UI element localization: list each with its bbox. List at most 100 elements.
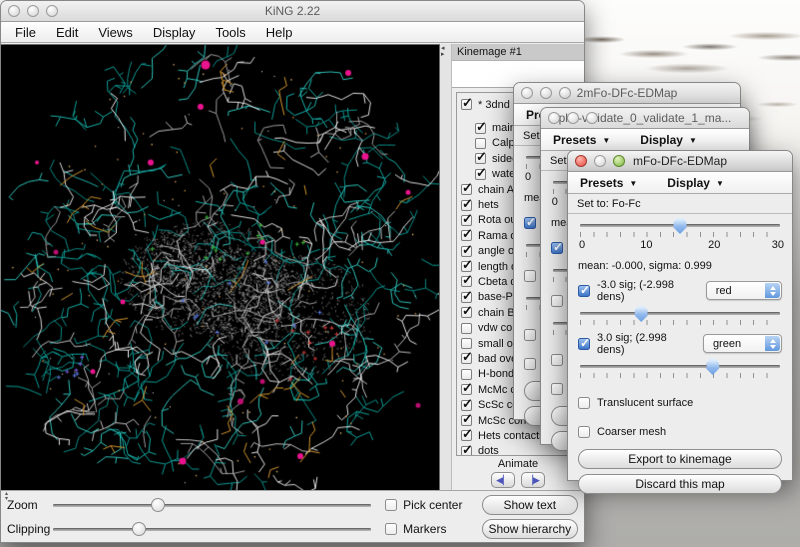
pick-center-checkbox[interactable] xyxy=(385,499,397,511)
level-slider[interactable]: 0 10 20 30 xyxy=(578,224,782,252)
high-contour-slider[interactable] xyxy=(578,365,782,378)
low-color-select[interactable]: red xyxy=(706,281,782,300)
show-hierarchy-button[interactable]: Show hierarchy xyxy=(482,519,578,539)
step-backward-icon xyxy=(496,475,510,486)
clipping-label: Clipping xyxy=(7,522,53,536)
minimize-button[interactable] xyxy=(27,5,39,17)
close-button[interactable] xyxy=(8,5,20,17)
molecule-canvas[interactable] xyxy=(1,44,440,491)
splitter-collapse-icon: ▴▾ xyxy=(5,492,8,502)
tick-label: 0 xyxy=(552,196,558,208)
high-color-select[interactable]: green xyxy=(703,334,782,353)
item-checkbox[interactable] xyxy=(461,261,472,272)
edmap-dialog-mfo-dfc: mFo-DFc-EDMap Presets Display Set to: Fo… xyxy=(567,150,793,481)
dialog-titlebar[interactable]: 2mFo-DFc-EDMap xyxy=(514,83,740,104)
low-color-value: red xyxy=(716,285,732,297)
item-checkbox[interactable] xyxy=(461,369,472,380)
item-checkbox[interactable] xyxy=(475,123,486,134)
presets-menu[interactable]: Presets xyxy=(574,176,647,190)
splitter-collapse-icon: ◂▸ xyxy=(441,46,445,58)
close-button[interactable] xyxy=(548,112,560,124)
item-label: hets xyxy=(478,199,499,211)
menu-edit[interactable]: Edit xyxy=(46,25,88,40)
coarser-mesh-label: Coarser mesh xyxy=(597,426,666,438)
clipping-slider[interactable] xyxy=(53,522,371,536)
item-checkbox[interactable] xyxy=(461,307,472,318)
markers-checkbox[interactable] xyxy=(385,523,397,535)
item-checkbox[interactable] xyxy=(461,323,472,334)
export-button[interactable]: Export to kinemage xyxy=(578,449,782,469)
translucent-checkbox[interactable] xyxy=(578,397,590,409)
item-label: chain A xyxy=(478,184,514,196)
animate-step-back-button[interactable] xyxy=(491,472,515,488)
slider-ticks xyxy=(580,320,780,325)
menu-tools[interactable]: Tools xyxy=(205,25,255,40)
zoom-button[interactable] xyxy=(559,87,571,99)
high-contour-checkbox[interactable] xyxy=(551,295,563,307)
kinemage-list-item[interactable]: Kinemage #1 xyxy=(452,44,584,61)
item-checkbox[interactable] xyxy=(461,353,472,364)
item-checkbox[interactable] xyxy=(461,184,472,195)
low-contour-checkbox[interactable] xyxy=(524,217,536,229)
display-menu[interactable]: Display xyxy=(634,133,707,147)
show-text-button[interactable]: Show text xyxy=(482,495,578,515)
dialog-titlebar[interactable]: mFo-DFc-EDMap xyxy=(568,151,792,172)
translucent-checkbox[interactable] xyxy=(551,354,563,366)
discard-button[interactable]: Discard this map xyxy=(578,474,782,494)
item-checkbox[interactable] xyxy=(461,384,472,395)
menu-file[interactable]: File xyxy=(5,25,46,40)
minimize-button[interactable] xyxy=(540,87,552,99)
item-checkbox[interactable] xyxy=(475,153,486,164)
item-checkbox[interactable] xyxy=(461,215,472,226)
king-titlebar[interactable]: KiNG 2.22 xyxy=(1,1,584,22)
low-contour-checkbox[interactable] xyxy=(578,285,590,297)
minimize-button[interactable] xyxy=(594,155,606,167)
close-button[interactable] xyxy=(521,87,533,99)
menu-display[interactable]: Display xyxy=(143,25,206,40)
coarser-mesh-checkbox[interactable] xyxy=(524,358,536,370)
high-contour-checkbox[interactable] xyxy=(524,270,536,282)
low-contour-checkbox[interactable] xyxy=(551,242,563,254)
zoom-button[interactable] xyxy=(46,5,58,17)
zoom-slider[interactable] xyxy=(53,498,371,512)
item-checkbox[interactable] xyxy=(461,99,472,110)
clipping-slider-thumb[interactable] xyxy=(132,522,146,536)
zoom-button[interactable] xyxy=(613,155,625,167)
dialog-titlebar[interactable]: pka-validate_0_validate_1_ma... xyxy=(541,108,749,129)
close-button[interactable] xyxy=(575,155,587,167)
item-checkbox[interactable] xyxy=(461,200,472,211)
minimize-button[interactable] xyxy=(567,112,579,124)
animate-step-forward-button[interactable] xyxy=(521,472,545,488)
item-checkbox[interactable] xyxy=(461,415,472,426)
item-checkbox[interactable] xyxy=(461,430,472,441)
mean-sigma-label: mean: -0.000, sigma: 0.999 xyxy=(578,260,782,272)
zoom-button[interactable] xyxy=(586,112,598,124)
coarser-mesh-checkbox[interactable] xyxy=(551,383,563,395)
set-to-label: Set to: Fo-Fc xyxy=(568,194,792,214)
item-checkbox[interactable] xyxy=(475,138,486,149)
menu-views[interactable]: Views xyxy=(88,25,142,40)
presets-menu[interactable]: Presets xyxy=(547,133,620,147)
item-checkbox[interactable] xyxy=(461,338,472,349)
bottom-controls: ▴▾ Zoom Pick center Show text Clipping M… xyxy=(1,490,584,542)
translucent-checkbox[interactable] xyxy=(524,329,536,341)
coarser-mesh-checkbox[interactable] xyxy=(578,426,590,438)
item-checkbox[interactable] xyxy=(461,446,472,456)
panel-splitter[interactable]: ◂▸ xyxy=(440,44,452,490)
item-checkbox[interactable] xyxy=(461,276,472,287)
item-checkbox[interactable] xyxy=(461,292,472,303)
stepper-arrows-icon xyxy=(765,336,780,351)
high-contour-checkbox[interactable] xyxy=(578,338,590,350)
item-checkbox[interactable] xyxy=(475,169,486,180)
high-color-value: green xyxy=(713,338,741,350)
item-checkbox[interactable] xyxy=(461,230,472,241)
item-checkbox[interactable] xyxy=(461,246,472,257)
menu-help[interactable]: Help xyxy=(256,25,303,40)
stepper-arrows-icon xyxy=(765,283,780,298)
display-menu[interactable]: Display xyxy=(661,176,734,190)
zoom-slider-thumb[interactable] xyxy=(151,498,165,512)
low-contour-slider[interactable] xyxy=(578,312,782,325)
item-checkbox[interactable] xyxy=(461,400,472,411)
item-label: dots xyxy=(478,445,499,456)
item-label: Hets contacts xyxy=(478,430,545,442)
